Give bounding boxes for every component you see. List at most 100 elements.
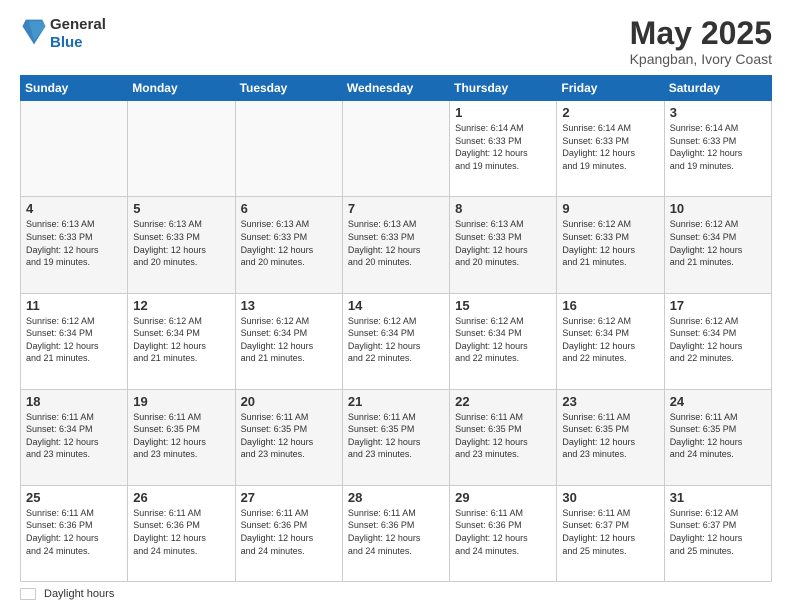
day-info: Sunrise: 6:11 AM Sunset: 6:36 PM Dayligh… xyxy=(241,507,337,557)
calendar-cell: 21 Sunrise: 6:11 AM Sunset: 6:35 PM Dayli… xyxy=(342,389,449,485)
day-number: 9 xyxy=(562,201,658,216)
logo-general: General xyxy=(50,16,106,34)
day-info: Sunrise: 6:14 AM Sunset: 6:33 PM Dayligh… xyxy=(455,122,551,172)
day-number: 28 xyxy=(348,490,444,505)
day-info: Sunrise: 6:13 AM Sunset: 6:33 PM Dayligh… xyxy=(348,218,444,268)
title-block: May 2025 Kpangban, Ivory Coast xyxy=(630,16,772,67)
day-number: 20 xyxy=(241,394,337,409)
day-number: 30 xyxy=(562,490,658,505)
calendar-week-row: 1 Sunrise: 6:14 AM Sunset: 6:33 PM Daylig… xyxy=(21,101,772,197)
calendar-header-monday: Monday xyxy=(128,76,235,101)
day-number: 23 xyxy=(562,394,658,409)
day-info: Sunrise: 6:12 AM Sunset: 6:34 PM Dayligh… xyxy=(455,315,551,365)
calendar-header-saturday: Saturday xyxy=(664,76,771,101)
calendar-cell: 13Sunrise: 6:12 AM Sunset: 6:34 PM Dayli… xyxy=(235,293,342,389)
day-number: 7 xyxy=(348,201,444,216)
day-number: 2 xyxy=(562,105,658,120)
day-info: Sunrise: 6:12 AM Sunset: 6:34 PM Dayligh… xyxy=(133,315,229,365)
day-number: 21 xyxy=(348,394,444,409)
day-number: 19 xyxy=(133,394,229,409)
calendar-cell: 10Sunrise: 6:12 AM Sunset: 6:34 PM Dayli… xyxy=(664,197,771,293)
calendar-header-tuesday: Tuesday xyxy=(235,76,342,101)
calendar-cell xyxy=(128,101,235,197)
calendar-cell: 19 Sunrise: 6:11 AM Sunset: 6:35 PM Dayli… xyxy=(128,389,235,485)
day-info: Sunrise: 6:11 AM Sunset: 6:35 PM Dayligh… xyxy=(348,411,444,461)
logo-blue: Blue xyxy=(50,34,106,52)
calendar-cell: 26Sunrise: 6:11 AM Sunset: 6:36 PM Dayli… xyxy=(128,485,235,581)
day-number: 5 xyxy=(133,201,229,216)
calendar-cell: 31 Sunrise: 6:12 AM Sunset: 6:37 PM Dayli… xyxy=(664,485,771,581)
calendar-cell: 20 Sunrise: 6:11 AM Sunset: 6:35 PM Dayli… xyxy=(235,389,342,485)
calendar-cell: 14Sunrise: 6:12 AM Sunset: 6:34 PM Dayli… xyxy=(342,293,449,389)
calendar-cell: 12 Sunrise: 6:12 AM Sunset: 6:34 PM Dayli… xyxy=(128,293,235,389)
calendar-week-row: 25 Sunrise: 6:11 AM Sunset: 6:36 PM Dayli… xyxy=(21,485,772,581)
calendar-cell: 15 Sunrise: 6:12 AM Sunset: 6:34 PM Dayli… xyxy=(450,293,557,389)
calendar-cell: 8 Sunrise: 6:13 AM Sunset: 6:33 PM Daylig… xyxy=(450,197,557,293)
day-number: 31 xyxy=(670,490,766,505)
day-number: 25 xyxy=(26,490,122,505)
calendar-cell: 29Sunrise: 6:11 AM Sunset: 6:36 PM Dayli… xyxy=(450,485,557,581)
day-info: Sunrise: 6:11 AM Sunset: 6:36 PM Dayligh… xyxy=(26,507,122,557)
footer-label: Daylight hours xyxy=(44,588,114,600)
day-info: Sunrise: 6:13 AM Sunset: 6:33 PM Dayligh… xyxy=(133,218,229,268)
calendar-week-row: 18 Sunrise: 6:11 AM Sunset: 6:34 PM Dayli… xyxy=(21,389,772,485)
day-number: 18 xyxy=(26,394,122,409)
calendar-cell: 7 Sunrise: 6:13 AM Sunset: 6:33 PM Daylig… xyxy=(342,197,449,293)
calendar-cell: 9 Sunrise: 6:12 AM Sunset: 6:33 PM Daylig… xyxy=(557,197,664,293)
month-title: May 2025 xyxy=(630,16,772,51)
logo-icon xyxy=(22,18,46,46)
calendar-cell: 2 Sunrise: 6:14 AM Sunset: 6:33 PM Daylig… xyxy=(557,101,664,197)
day-number: 12 xyxy=(133,298,229,313)
calendar-table: SundayMondayTuesdayWednesdayThursdayFrid… xyxy=(20,75,772,582)
day-number: 15 xyxy=(455,298,551,313)
day-number: 6 xyxy=(241,201,337,216)
calendar-cell xyxy=(342,101,449,197)
day-info: Sunrise: 6:12 AM Sunset: 6:33 PM Dayligh… xyxy=(562,218,658,268)
calendar-cell: 16Sunrise: 6:12 AM Sunset: 6:34 PM Dayli… xyxy=(557,293,664,389)
day-number: 26 xyxy=(133,490,229,505)
calendar-cell: 25 Sunrise: 6:11 AM Sunset: 6:36 PM Dayli… xyxy=(21,485,128,581)
calendar-cell: 30Sunrise: 6:11 AM Sunset: 6:37 PM Dayli… xyxy=(557,485,664,581)
logo: General Blue xyxy=(20,16,106,52)
day-info: Sunrise: 6:14 AM Sunset: 6:33 PM Dayligh… xyxy=(562,122,658,172)
day-number: 1 xyxy=(455,105,551,120)
day-info: Sunrise: 6:12 AM Sunset: 6:34 PM Dayligh… xyxy=(26,315,122,365)
page-header: General Blue May 2025 Kpangban, Ivory Co… xyxy=(20,16,772,67)
day-info: Sunrise: 6:12 AM Sunset: 6:34 PM Dayligh… xyxy=(670,315,766,365)
daylight-box xyxy=(20,588,36,600)
day-info: Sunrise: 6:13 AM Sunset: 6:33 PM Dayligh… xyxy=(241,218,337,268)
calendar-cell: 18 Sunrise: 6:11 AM Sunset: 6:34 PM Dayli… xyxy=(21,389,128,485)
calendar-week-row: 11Sunrise: 6:12 AM Sunset: 6:34 PM Dayli… xyxy=(21,293,772,389)
location: Kpangban, Ivory Coast xyxy=(630,51,772,67)
calendar-cell: 27Sunrise: 6:11 AM Sunset: 6:36 PM Dayli… xyxy=(235,485,342,581)
calendar-header-wednesday: Wednesday xyxy=(342,76,449,101)
calendar-header-thursday: Thursday xyxy=(450,76,557,101)
calendar-cell: 23 Sunrise: 6:11 AM Sunset: 6:35 PM Dayli… xyxy=(557,389,664,485)
day-number: 4 xyxy=(26,201,122,216)
day-info: Sunrise: 6:11 AM Sunset: 6:34 PM Dayligh… xyxy=(26,411,122,461)
calendar-cell: 28Sunrise: 6:11 AM Sunset: 6:36 PM Dayli… xyxy=(342,485,449,581)
day-info: Sunrise: 6:12 AM Sunset: 6:37 PM Dayligh… xyxy=(670,507,766,557)
calendar-cell xyxy=(235,101,342,197)
day-number: 14 xyxy=(348,298,444,313)
day-info: Sunrise: 6:11 AM Sunset: 6:35 PM Dayligh… xyxy=(241,411,337,461)
day-number: 22 xyxy=(455,394,551,409)
calendar-cell: 6 Sunrise: 6:13 AM Sunset: 6:33 PM Daylig… xyxy=(235,197,342,293)
calendar-header-row: SundayMondayTuesdayWednesdayThursdayFrid… xyxy=(21,76,772,101)
calendar-week-row: 4 Sunrise: 6:13 AM Sunset: 6:33 PM Daylig… xyxy=(21,197,772,293)
calendar-header-friday: Friday xyxy=(557,76,664,101)
day-info: Sunrise: 6:11 AM Sunset: 6:35 PM Dayligh… xyxy=(562,411,658,461)
calendar-cell xyxy=(21,101,128,197)
calendar-header-sunday: Sunday xyxy=(21,76,128,101)
day-info: Sunrise: 6:11 AM Sunset: 6:35 PM Dayligh… xyxy=(455,411,551,461)
day-number: 8 xyxy=(455,201,551,216)
day-info: Sunrise: 6:11 AM Sunset: 6:35 PM Dayligh… xyxy=(133,411,229,461)
calendar-cell: 4Sunrise: 6:13 AM Sunset: 6:33 PM Daylig… xyxy=(21,197,128,293)
day-info: Sunrise: 6:14 AM Sunset: 6:33 PM Dayligh… xyxy=(670,122,766,172)
day-info: Sunrise: 6:13 AM Sunset: 6:33 PM Dayligh… xyxy=(455,218,551,268)
calendar-cell: 11Sunrise: 6:12 AM Sunset: 6:34 PM Dayli… xyxy=(21,293,128,389)
day-number: 16 xyxy=(562,298,658,313)
day-info: Sunrise: 6:12 AM Sunset: 6:34 PM Dayligh… xyxy=(241,315,337,365)
day-number: 3 xyxy=(670,105,766,120)
calendar-cell: 1 Sunrise: 6:14 AM Sunset: 6:33 PM Daylig… xyxy=(450,101,557,197)
